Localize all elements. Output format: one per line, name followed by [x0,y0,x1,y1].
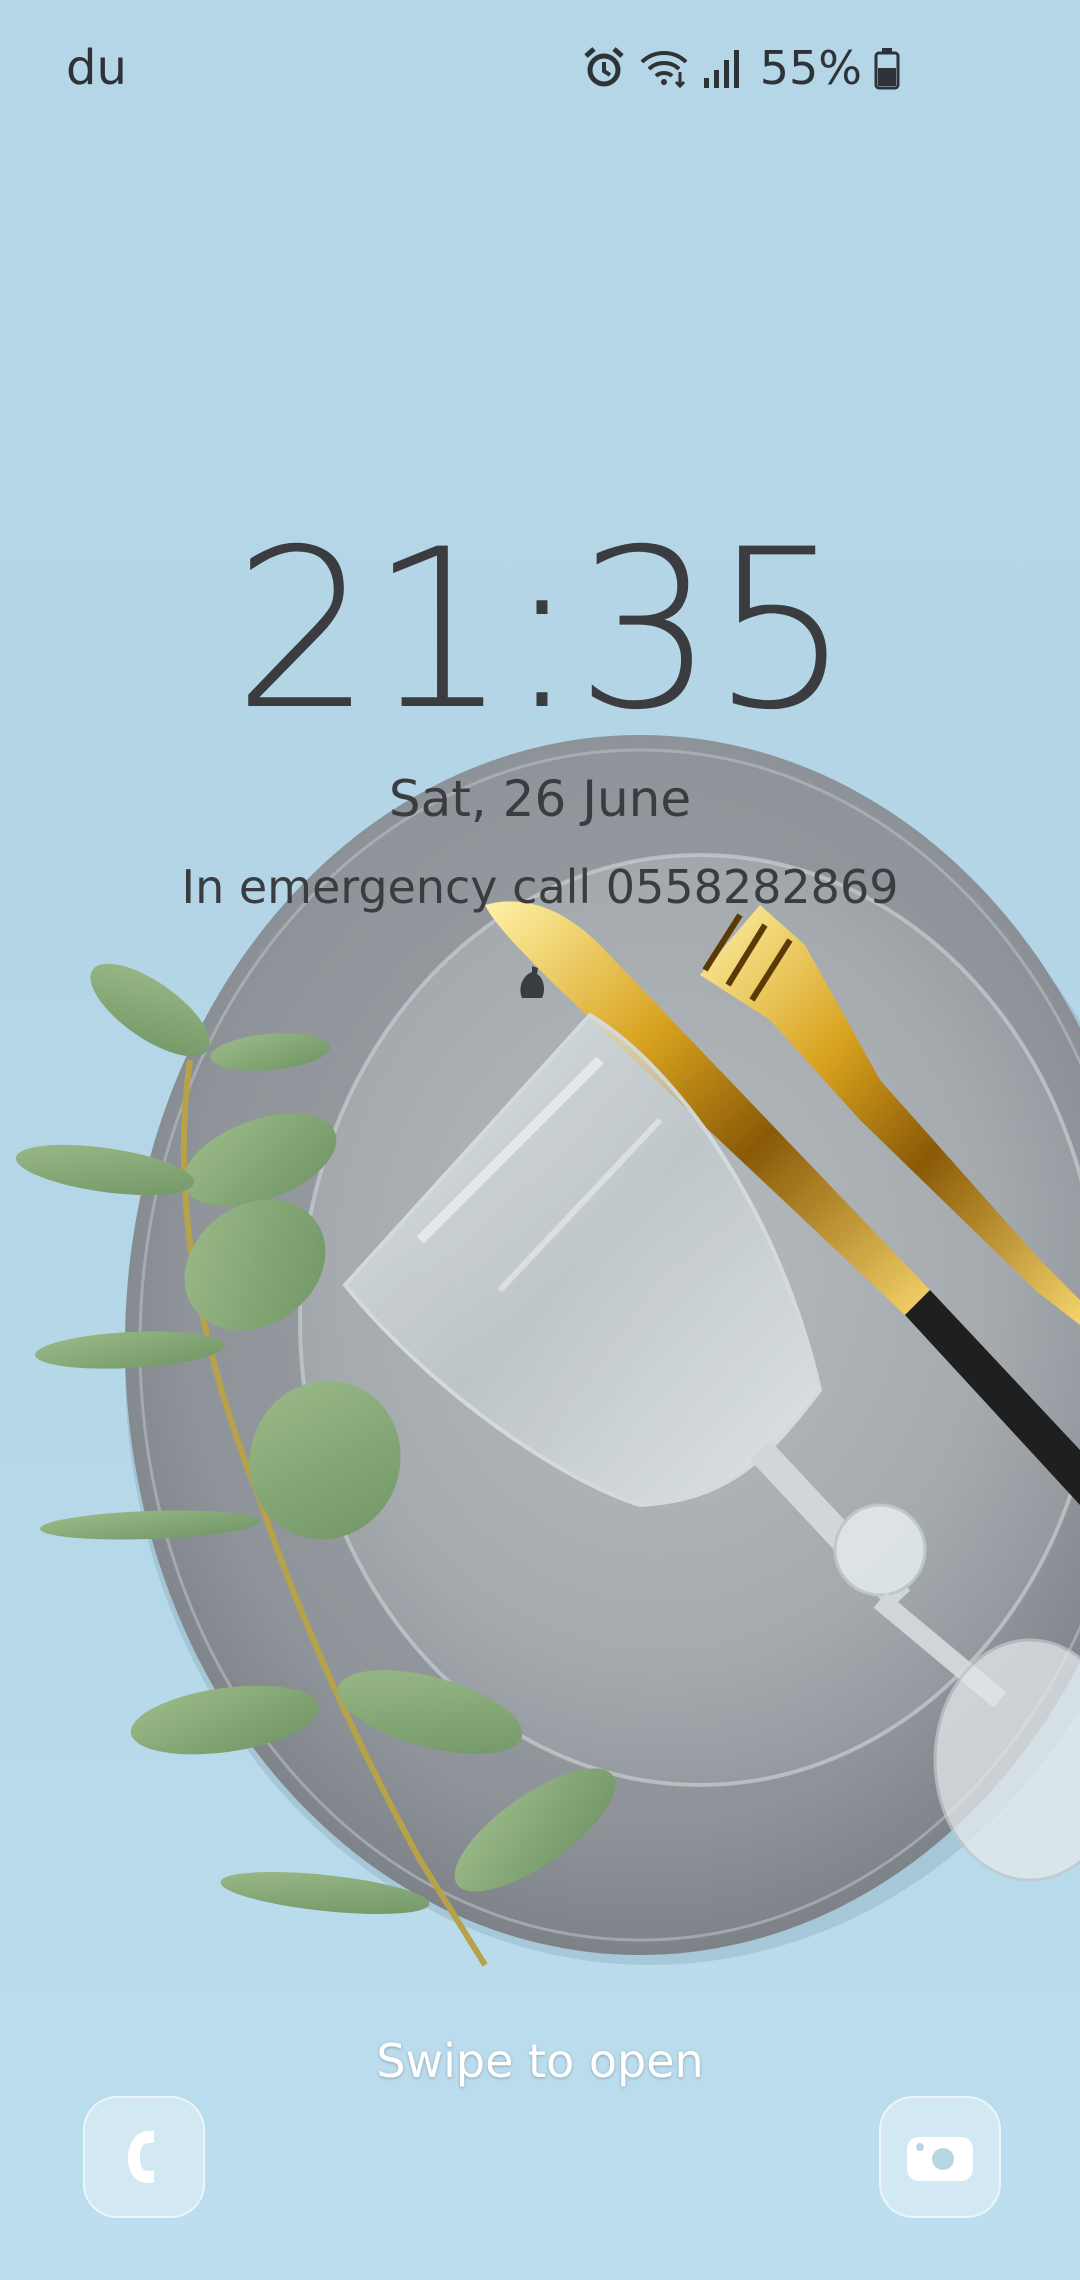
swipe-to-open-hint: Swipe to open [376,2034,704,2088]
status-bar: du 55% [0,0,1080,140]
carrier-name: du [66,40,127,96]
lockscreen-date: Sat, 26 June [388,770,692,828]
owner-info-message: In emergency call 0558282869 [181,860,899,914]
camera-icon [907,2137,973,2181]
battery-percent: 55% [759,41,862,95]
notification-icon[interactable] [510,958,556,1004]
lockscreen-clock: 21:35 [232,502,851,758]
battery-icon [874,46,900,90]
alarm-icon [582,46,626,90]
wifi-icon [638,46,690,90]
lock-screen[interactable]: du 55% 21:35 Sat, 26 June In emergency c… [0,0,1080,2280]
camera-shortcut-button[interactable] [879,2096,1001,2218]
phone-shortcut-button[interactable] [83,2096,205,2218]
signal-icon [702,46,742,90]
wallpaper-image [15,735,1080,1967]
status-icons: 55% [582,41,900,95]
phone-icon [128,2131,154,2183]
